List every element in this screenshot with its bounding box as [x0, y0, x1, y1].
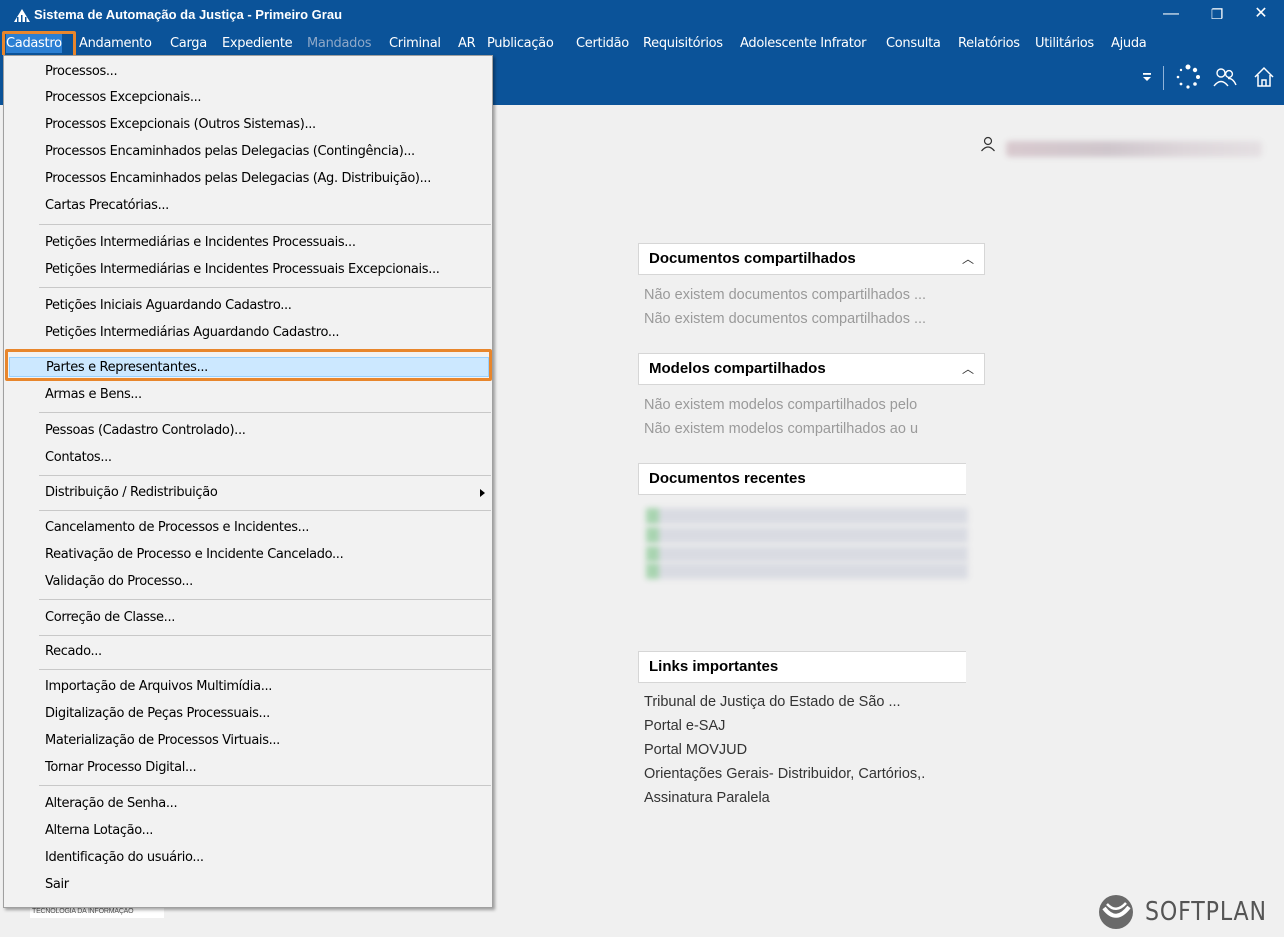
dd-processos-encaminhados-contingencia[interactable]: Processos Encaminhados pelas Delegacias …	[45, 142, 415, 162]
dd-armas-bens[interactable]: Armas e Bens...	[45, 385, 142, 405]
dd-identificacao-usuario[interactable]: Identificação do usuário...	[45, 848, 204, 868]
menu-carga[interactable]: Carga	[170, 34, 207, 53]
dd-alterna-lotacao[interactable]: Alterna Lotação...	[45, 821, 153, 841]
menu-separator	[39, 599, 491, 600]
user-name-redacted	[1006, 141, 1262, 157]
dd-peticoes-iniciais-aguardando[interactable]: Petições Iniciais Aguardando Cadastro...	[45, 296, 292, 316]
dd-validacao-processo[interactable]: Validação do Processo...	[45, 572, 193, 592]
menu-requisitorios[interactable]: Requisitórios	[643, 34, 723, 53]
dd-sair[interactable]: Sair	[45, 875, 69, 895]
window-title: Sistema de Automação da Justiça - Primei…	[34, 7, 343, 22]
close-button[interactable]: ✕	[1238, 0, 1284, 31]
menu-separator	[39, 475, 491, 476]
loading-spinner-icon[interactable]	[1175, 64, 1201, 90]
menu-adolescente-infrator[interactable]: Adolescente Infrator	[740, 34, 867, 53]
menu-separator	[39, 785, 491, 786]
users-icon[interactable]	[1213, 66, 1237, 88]
user-icon	[981, 136, 995, 152]
softplan-logo: SOFTPLAN	[1097, 892, 1284, 932]
recent-doc-redacted[interactable]	[646, 546, 968, 562]
panel-models-shared-title: Modelos compartilhados	[649, 360, 826, 377]
panel-recent-docs-header[interactable]: Documentos recentes	[638, 463, 966, 495]
menu-ajuda[interactable]: Ajuda	[1111, 34, 1147, 53]
models-shared-line-2: Não existem modelos compartilhados ao u	[644, 421, 919, 437]
dd-importacao-multimidia[interactable]: Importação de Arquivos Multimídia...	[45, 677, 272, 697]
menu-ar[interactable]: AR	[458, 34, 476, 53]
menu-mandados[interactable]: Mandados	[307, 34, 372, 53]
dd-distribuicao-redistribuicao[interactable]: Distribuição / Redistribuição	[45, 483, 218, 503]
recent-doc-redacted[interactable]	[646, 508, 968, 524]
cadastro-dropdown-menu: Processos... Processos Excepcionais... P…	[3, 55, 493, 908]
menu-expediente[interactable]: Expediente	[222, 34, 293, 53]
panel-links-title: Links importantes	[649, 658, 779, 675]
menu-separator	[39, 412, 491, 413]
menu-separator	[39, 635, 491, 636]
dd-reativacao-processo[interactable]: Reativação de Processo e Incidente Cance…	[45, 545, 344, 565]
menu-bar: Cadastro Andamento Carga Expediente Mand…	[0, 31, 1284, 55]
dd-peticoes-intermediarias-excepcionais[interactable]: Petições Intermediárias e Incidentes Pro…	[45, 260, 440, 280]
minimize-button[interactable]: —	[1148, 0, 1194, 31]
home-icon[interactable]	[1253, 66, 1275, 88]
softplan-wordmark: SOFTPLAN	[1145, 897, 1267, 927]
dd-processos-encaminhados-ag-distribuicao[interactable]: Processos Encaminhados pelas Delegacias …	[45, 169, 431, 189]
menu-relatorios[interactable]: Relatórios	[958, 34, 1020, 53]
menu-utilitarios[interactable]: Utilitários	[1035, 34, 1094, 53]
dd-pessoas-cadastro-controlado[interactable]: Pessoas (Cadastro Controlado)...	[45, 421, 246, 441]
docs-shared-line-1: Não existem documentos compartilhados ..…	[644, 287, 927, 303]
panel-models-shared-header[interactable]: Modelos compartilhados ︿	[638, 353, 985, 385]
toolbar-divider	[1163, 66, 1164, 90]
title-bar: Sistema de Automação da Justiça - Primei…	[0, 0, 1284, 31]
panel-recent-docs-title: Documentos recentes	[649, 470, 806, 487]
dd-peticoes-intermediarias[interactable]: Petições Intermediárias e Incidentes Pro…	[45, 233, 356, 253]
dd-materializacao-processos[interactable]: Materialização de Processos Virtuais...	[45, 731, 280, 751]
menu-separator	[39, 510, 491, 511]
dd-tornar-processo-digital[interactable]: Tornar Processo Digital...	[45, 758, 197, 778]
panel-docs-shared-title: Documentos compartilhados	[649, 250, 856, 267]
menu-criminal[interactable]: Criminal	[389, 34, 441, 53]
filter-dropdown-icon[interactable]	[1141, 71, 1153, 83]
dd-processos[interactable]: Processos...	[45, 62, 118, 82]
menu-separator	[39, 224, 491, 225]
dd-digitalizacao-pecas[interactable]: Digitalização de Peças Processuais...	[45, 704, 270, 724]
dd-correcao-classe[interactable]: Correção de Classe...	[45, 608, 175, 628]
chevron-up-icon[interactable]: ︿	[962, 354, 974, 384]
chevron-up-icon[interactable]: ︿	[962, 244, 974, 274]
recent-doc-redacted[interactable]	[646, 563, 968, 579]
partes-representantes-highlight	[5, 349, 492, 381]
menu-certidao[interactable]: Certidão	[576, 34, 629, 53]
justice-building-icon	[14, 9, 30, 22]
recent-doc-redacted[interactable]	[646, 527, 968, 543]
dd-cancelamento-processos[interactable]: Cancelamento de Processos e Incidentes..…	[45, 518, 309, 538]
link-assinatura-paralela[interactable]: Assinatura Paralela	[644, 790, 979, 806]
dd-cartas-precatorias[interactable]: Cartas Precatórias...	[45, 196, 169, 216]
restore-button[interactable]: ❐	[1194, 0, 1240, 31]
link-orientacoes-gerais[interactable]: Orientações Gerais- Distribuidor, Cartór…	[644, 766, 979, 782]
softplan-logo-icon	[1099, 895, 1133, 929]
menu-publicacao[interactable]: Publicação	[487, 34, 554, 53]
menu-separator	[39, 669, 491, 670]
dd-processos-excepcionais[interactable]: Processos Excepcionais...	[45, 88, 202, 108]
submenu-arrow-icon	[480, 489, 485, 497]
link-tjsp[interactable]: Tribunal de Justiça do Estado de São ...	[644, 694, 979, 710]
dd-processos-excepcionais-outros[interactable]: Processos Excepcionais (Outros Sistemas)…	[45, 115, 316, 135]
models-shared-line-1: Não existem modelos compartilhados pelo	[644, 397, 918, 413]
menu-andamento[interactable]: Andamento	[79, 34, 152, 53]
docs-shared-line-2: Não existem documentos compartilhados ..…	[644, 311, 927, 327]
dd-peticoes-intermediarias-aguardando[interactable]: Petições Intermediárias Aguardando Cadas…	[45, 323, 340, 343]
menu-consulta[interactable]: Consulta	[886, 34, 941, 53]
dd-alteracao-senha[interactable]: Alteração de Senha...	[45, 794, 178, 814]
link-portal-movjud[interactable]: Portal MOVJUD	[644, 742, 979, 758]
panel-docs-shared-header[interactable]: Documentos compartilhados ︿	[638, 243, 985, 275]
menu-separator	[39, 287, 491, 288]
panel-links-header[interactable]: Links importantes	[638, 651, 966, 683]
dd-recado[interactable]: Recado...	[45, 642, 102, 662]
link-portal-esaj[interactable]: Portal e-SAJ	[644, 718, 979, 734]
dd-contatos[interactable]: Contatos...	[45, 448, 112, 468]
